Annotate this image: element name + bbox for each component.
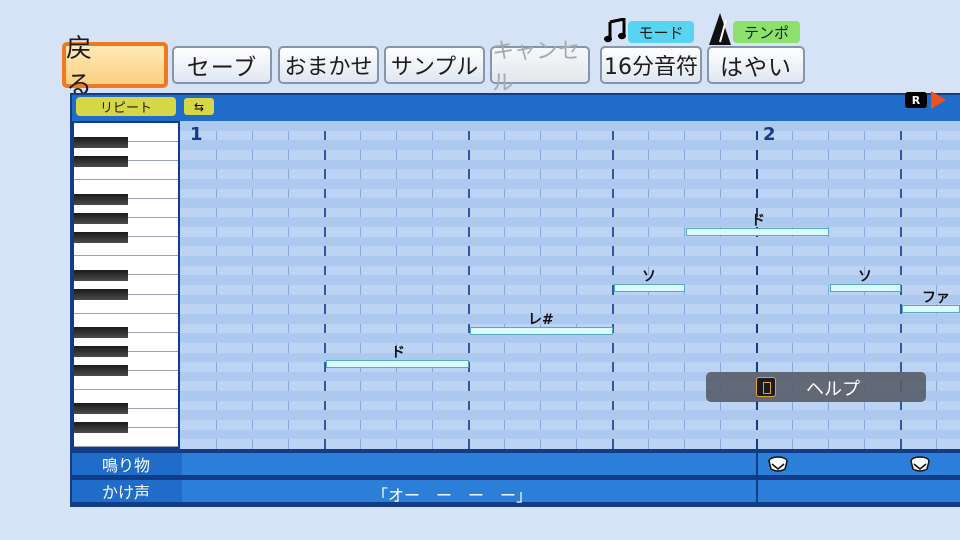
grid-row xyxy=(180,217,960,228)
tempo-button[interactable]: はやい xyxy=(707,46,805,84)
chant-text[interactable]: 「オー ー ー ー」 xyxy=(372,482,532,506)
back-button[interactable]: 戻 る xyxy=(62,34,168,101)
measure-number: 1 xyxy=(190,124,203,145)
grid-row xyxy=(180,236,960,247)
piano-black-key[interactable] xyxy=(74,269,128,281)
grid-row xyxy=(180,410,960,421)
note-label: ド xyxy=(391,345,405,361)
grid-row xyxy=(180,121,960,131)
piano-black-key[interactable] xyxy=(74,346,128,358)
note-label: ファ xyxy=(922,290,950,306)
metronome-icon xyxy=(709,13,731,45)
piano-black-key[interactable] xyxy=(74,155,128,167)
sample-button[interactable]: サンプル xyxy=(384,46,485,84)
note-label: ソ xyxy=(858,269,872,285)
piano-black-key[interactable] xyxy=(74,193,128,205)
note-label: ソ xyxy=(642,269,656,285)
percussion-track-label: 鳴り物 xyxy=(101,456,150,475)
piano-black-key[interactable] xyxy=(74,365,128,377)
piano-black-key[interactable] xyxy=(74,403,128,415)
grid-row xyxy=(180,256,960,266)
piano-black-key[interactable] xyxy=(74,422,128,434)
piano-black-key[interactable] xyxy=(74,212,128,224)
drum-icon[interactable] xyxy=(910,456,930,472)
piano-keyboard[interactable] xyxy=(74,123,178,447)
save-button[interactable]: セーブ xyxy=(172,46,272,84)
measure-divider xyxy=(756,453,758,503)
grid-row xyxy=(180,352,960,363)
help-label: ヘルプ xyxy=(806,379,860,400)
auto-button[interactable]: おまかせ xyxy=(278,46,379,84)
grid-row xyxy=(180,313,960,324)
piano-black-key[interactable] xyxy=(74,289,128,301)
tempo-tag: テンポ xyxy=(733,21,800,43)
mode-tag: モード xyxy=(628,21,694,43)
note-value-button[interactable]: 16分音符 xyxy=(600,46,702,84)
record-icon[interactable]: R xyxy=(905,92,927,108)
grid-row xyxy=(180,429,960,440)
measure-number: 2 xyxy=(763,124,776,145)
grid-row xyxy=(180,178,960,189)
piano-black-key[interactable] xyxy=(74,136,128,148)
music-note-icon xyxy=(604,18,626,43)
repeat-icon[interactable]: ⇆ xyxy=(184,98,214,115)
percussion-track: 鳴り物 xyxy=(72,453,960,475)
note-label: ド xyxy=(751,213,765,229)
grid-row xyxy=(180,159,960,170)
chant-lane[interactable] xyxy=(182,480,960,502)
repeat-button[interactable]: リピート xyxy=(76,97,176,116)
note-label: レ# xyxy=(528,312,554,328)
play-icon[interactable] xyxy=(931,91,946,109)
drum-icon[interactable] xyxy=(768,456,788,472)
piano-black-key[interactable] xyxy=(74,327,128,339)
controller-button-icon xyxy=(756,377,776,397)
piano-black-key[interactable] xyxy=(74,231,128,243)
chant-track-label: かけ声 xyxy=(101,483,150,502)
percussion-lane[interactable] xyxy=(182,453,960,475)
help-tooltip: ヘルプ xyxy=(706,372,926,402)
grid-row xyxy=(180,198,960,208)
grid-row xyxy=(180,140,960,150)
cancel-button[interactable]: キャンセル xyxy=(490,39,590,96)
grid-row xyxy=(180,294,960,305)
